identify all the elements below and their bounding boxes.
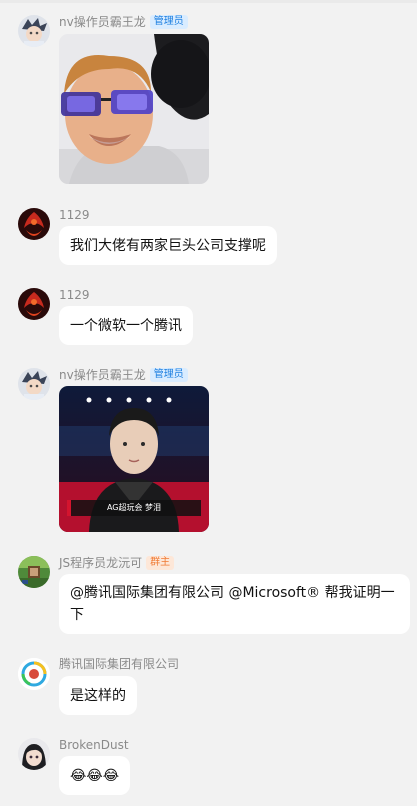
text-message[interactable]: @腾讯国际集团有限公司 @Microsoft® 帮我证明一 下 xyxy=(59,574,410,634)
avatar[interactable] xyxy=(18,556,50,588)
message-text: 😂😂😂 xyxy=(70,768,120,784)
sender-name[interactable]: nv操作员霸王龙 xyxy=(59,367,146,383)
admin-badge: 管理员 xyxy=(149,368,188,382)
message-text-line: 下 xyxy=(70,607,84,623)
sender-name[interactable]: 腾讯国际集团有限公司 xyxy=(59,656,179,672)
avatar[interactable] xyxy=(18,658,50,690)
sender-name[interactable]: nv操作员霸王龙 xyxy=(59,14,146,30)
text-message[interactable]: 是这样的 xyxy=(59,676,137,715)
message-text: 是这样的 xyxy=(70,688,126,704)
text-message[interactable]: 😂😂😂 xyxy=(59,756,131,795)
sender-name[interactable]: 1129 xyxy=(59,287,90,303)
avatar[interactable] xyxy=(18,288,50,320)
text-message[interactable]: 我们大佬有两家巨头公司支撑呢 xyxy=(59,226,277,265)
message-text: 一个微软一个腾讯 xyxy=(70,318,182,334)
avatar[interactable] xyxy=(18,15,50,47)
admin-badge: 管理员 xyxy=(149,15,188,29)
message-text-line: @腾讯国际集团有限公司 @Microsoft® 帮我证明一 xyxy=(70,585,395,601)
message-text: 我们大佬有两家巨头公司支撑呢 xyxy=(70,238,266,254)
avatar[interactable] xyxy=(18,738,50,770)
text-message[interactable]: 一个微软一个腾讯 xyxy=(59,306,193,345)
avatar[interactable] xyxy=(18,208,50,240)
sender-name[interactable]: JS程序员龙沅可 xyxy=(59,555,142,571)
owner-badge: 群主 xyxy=(146,556,175,570)
sender-name[interactable]: BrokenDust xyxy=(59,737,129,753)
top-divider xyxy=(0,0,417,3)
sender-name[interactable]: 1129 xyxy=(59,207,90,223)
image-caption: AG超玩会 梦泪 xyxy=(106,503,162,512)
image-message[interactable] xyxy=(59,34,209,184)
avatar[interactable] xyxy=(18,368,50,400)
image-message[interactable]: AG超玩会 梦泪 xyxy=(59,386,209,532)
